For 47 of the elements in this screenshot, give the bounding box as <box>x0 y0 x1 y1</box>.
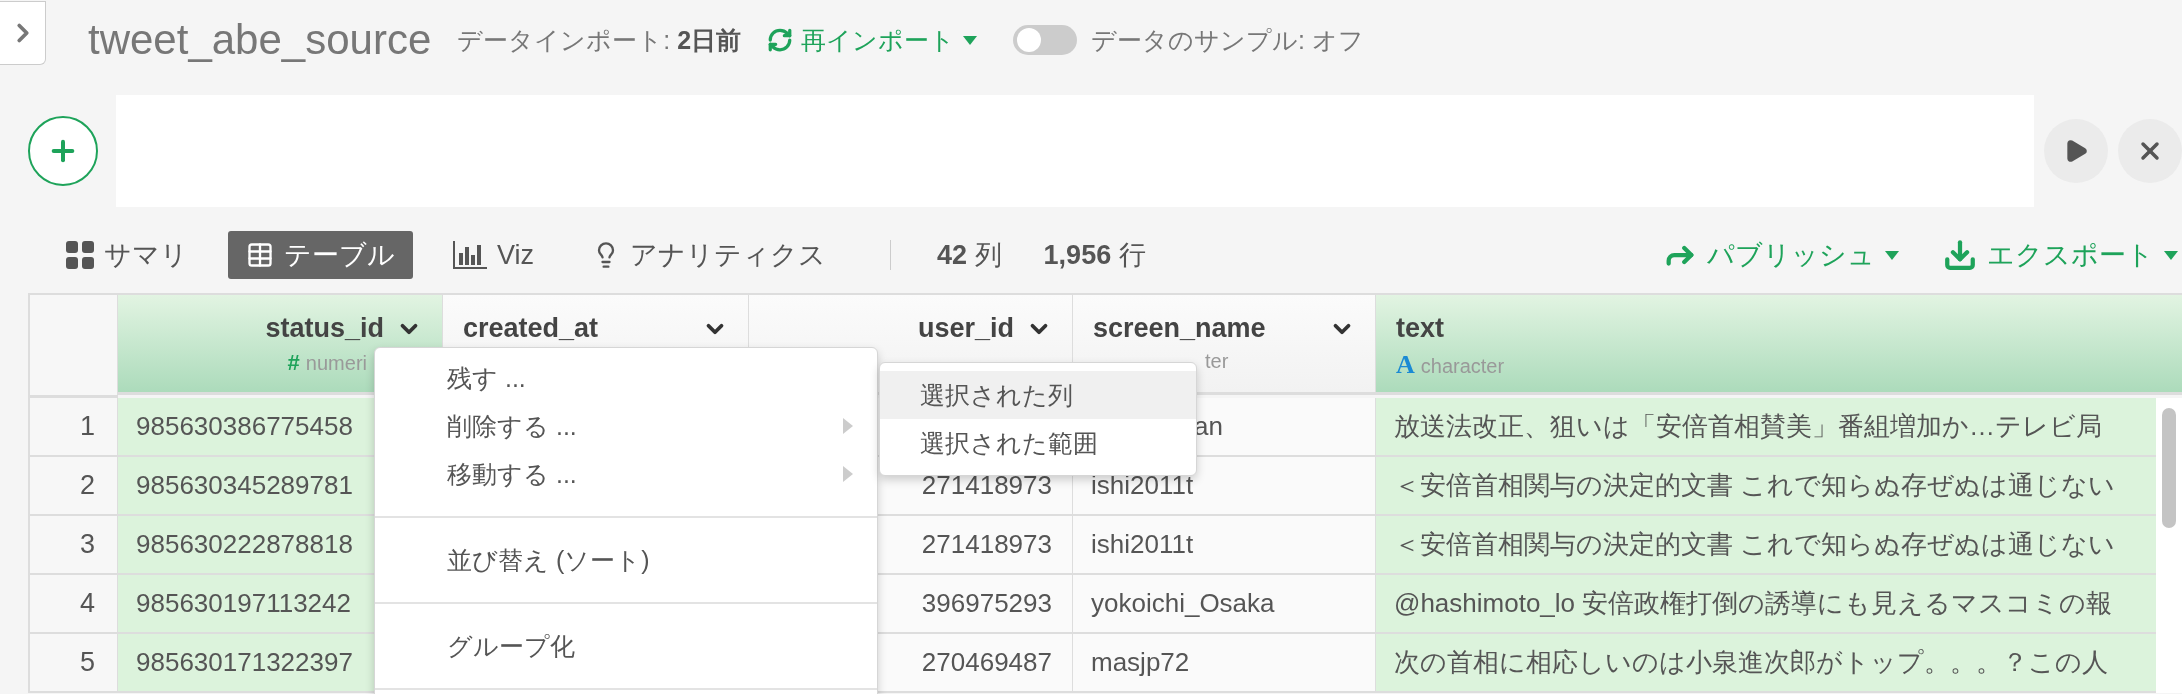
count-label: 42 列 <box>937 239 1002 272</box>
row-number: 2 <box>30 457 118 516</box>
submenu-arrow-icon <box>843 466 853 482</box>
caret-icon <box>1885 250 1899 260</box>
view-tab[interactable]: Viz <box>435 233 553 277</box>
import-info: データインポート: 2日前 <box>457 24 742 56</box>
menu-item[interactable]: グループ化 <box>375 622 877 690</box>
row-number: 4 <box>30 575 118 634</box>
table-icon <box>246 241 274 269</box>
scrollbar-thumb[interactable] <box>2162 408 2176 528</box>
menu-item[interactable]: 移動する ... <box>375 450 877 518</box>
row-number: 1 <box>30 398 118 457</box>
sample-toggle[interactable] <box>1013 25 1078 55</box>
view-tab[interactable]: サマリ <box>48 231 206 279</box>
dataset-title: tweet_abe_source <box>88 16 432 64</box>
column-type: character <box>1420 355 1505 378</box>
column-name: screen_name <box>1093 313 1266 344</box>
view-tab[interactable]: テーブル <box>228 231 413 279</box>
column-header[interactable]: status_id # numeri <box>118 295 443 395</box>
refresh-icon <box>767 27 794 53</box>
caret-icon <box>963 35 978 45</box>
type-icon: A <box>1396 350 1415 380</box>
column-type: numeri <box>305 352 367 375</box>
column-name: created_at <box>463 313 599 344</box>
download-icon <box>1943 238 1977 272</box>
column-name: status_id <box>265 313 384 344</box>
submenu-item[interactable]: 選択された列 <box>880 371 1196 419</box>
count-label: 1,956 行 <box>1043 239 1146 272</box>
view-tab[interactable]: アナリティクス <box>574 231 845 279</box>
table-cell: ishi2011t <box>1073 516 1376 575</box>
submenu-item[interactable]: 選択された範囲 <box>880 419 1196 467</box>
column-name: text <box>1396 313 1444 344</box>
expand-sidebar-button[interactable] <box>0 1 46 65</box>
column-name: user_id <box>917 313 1014 344</box>
row-number: 5 <box>30 634 118 693</box>
table-cell: masjp72 <box>1073 634 1376 693</box>
table-cell: yokoichi_Osaka <box>1073 575 1376 634</box>
submenu-arrow-icon <box>843 418 853 434</box>
column-header[interactable]: text A character <box>1376 295 2182 395</box>
menu-item[interactable]: 並び替え (ソート) <box>375 536 877 604</box>
bar-chart-icon <box>453 241 487 269</box>
row-number: 3 <box>30 516 118 575</box>
sample-label: データのサンプル: オフ <box>1091 24 1364 56</box>
grid-icon <box>66 241 94 269</box>
caret-icon <box>2164 250 2178 260</box>
type-icon: # <box>287 350 300 376</box>
column-type: ter <box>1205 350 1229 373</box>
